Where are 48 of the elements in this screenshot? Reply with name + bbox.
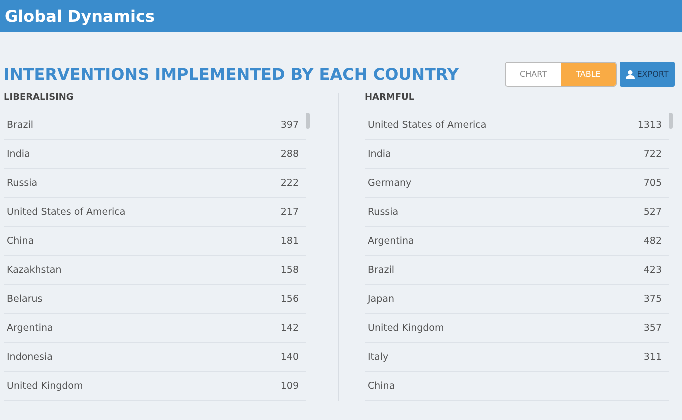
intervention-count: 423 (644, 264, 662, 276)
intervention-count: 142 (280, 322, 299, 334)
country-name: Argentina (7, 322, 54, 334)
country-name: Russia (368, 206, 399, 218)
intervention-count: 397 (280, 120, 299, 130)
country-name: United States of America (7, 206, 126, 218)
intervention-count: 217 (280, 206, 299, 218)
country-name: Russia (7, 178, 38, 188)
intervention-count: 722 (644, 148, 662, 160)
scrollbar-thumb[interactable] (306, 113, 310, 129)
country-name: Brazil (368, 264, 395, 276)
country-name: Japan (368, 294, 394, 304)
column-heading: HARMFUL (365, 93, 416, 105)
country-name: Belarus (7, 294, 43, 304)
country-name: Kazakhstan (7, 264, 62, 276)
country-name: United States of America (368, 120, 487, 130)
country-name: Italy (368, 352, 389, 362)
country-name: Brazil (7, 120, 34, 130)
intervention-count: 181 (280, 236, 299, 246)
country-name: China (368, 380, 396, 392)
country-name: Germany (368, 178, 412, 188)
column-heading: LIBERALISING (4, 93, 75, 105)
intervention-count: 109 (280, 380, 299, 392)
country-name: India (7, 148, 30, 160)
intervention-count: 288 (280, 148, 299, 160)
country-name: Argentina (368, 236, 414, 246)
country-name: Indonesia (7, 352, 53, 362)
intervention-count: 158 (280, 264, 299, 276)
user-icon (626, 70, 636, 79)
intervention-count: 482 (644, 236, 662, 246)
intervention-count: 222 (280, 178, 299, 188)
scrollbar-thumb[interactable] (669, 113, 673, 129)
intervention-count: 311 (644, 352, 662, 362)
intervention-count: 705 (644, 178, 662, 188)
country-name: United Kingdom (7, 380, 84, 392)
country-name: China (7, 236, 34, 246)
intervention-count: 375 (644, 294, 662, 304)
country-name: United Kingdom (368, 322, 444, 334)
intervention-count: 357 (644, 322, 662, 334)
page-title: Global Dynamics (5, 6, 155, 26)
intervention-count: 1313 (638, 120, 662, 130)
section-title: INTERVENTIONS IMPLEMENTED BY EACH COUNTRY (4, 65, 459, 84)
intervention-count: 527 (644, 206, 662, 218)
export-button[interactable]: EXPORT (620, 62, 675, 87)
intervention-count: 140 (280, 352, 299, 362)
country-name: India (368, 148, 392, 160)
view-toggle-button[interactable]: TABLE (561, 63, 616, 86)
intervention-count: 156 (280, 294, 299, 304)
